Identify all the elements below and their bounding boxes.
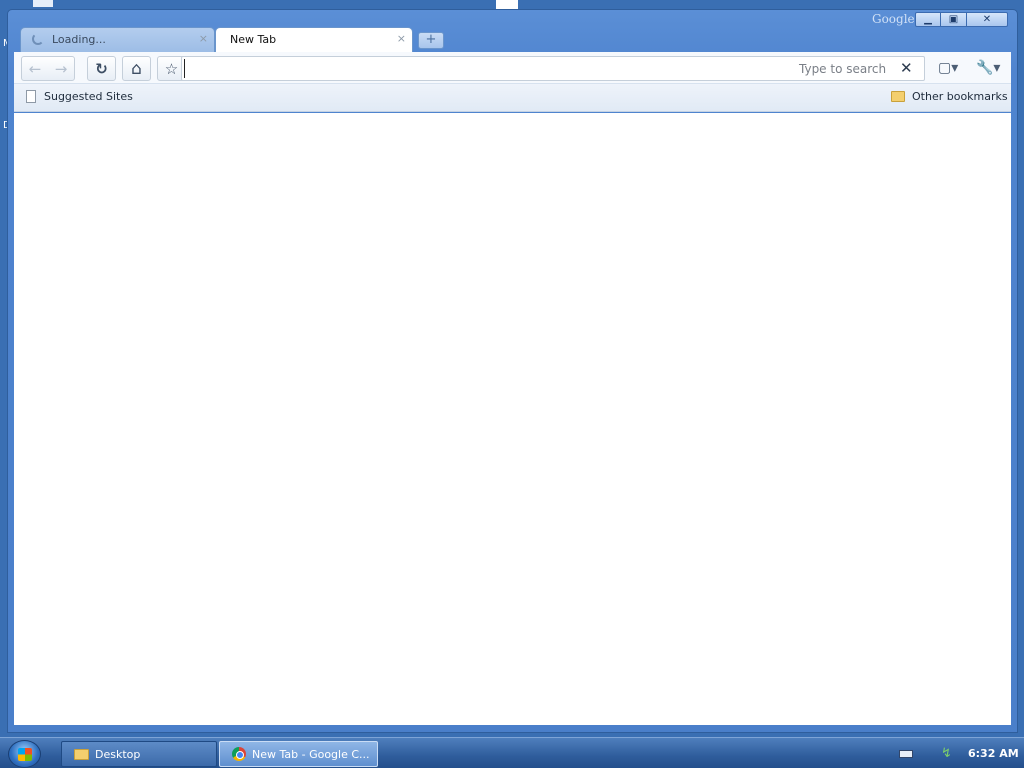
start-button[interactable] [8,740,41,768]
taskbar-item-desktop[interactable]: Desktop [61,741,217,767]
taskbar-item-label: New Tab - Google C... [252,747,370,761]
desktop-icon-fragment[interactable] [496,0,518,9]
tab-title: Loading... [52,33,106,46]
bookmark-label: Other bookmarks [912,90,1008,103]
chrome-icon [232,747,246,761]
keyboard-icon[interactable] [899,750,913,758]
clear-icon[interactable]: ✕ [900,59,913,77]
navigation-toolbar: ← → ↻ ⌂ ☆ Type to search ✕ ▢▾ 🔧▾ [14,52,1011,84]
reload-button[interactable]: ↻ [87,56,116,81]
forward-arrow-icon[interactable]: → [48,60,74,78]
omnibox[interactable]: Type to search ✕ [181,56,925,81]
tab-close-button[interactable]: × [199,32,208,45]
taskbar-item-chrome[interactable]: New Tab - Google C... [219,741,378,767]
minimize-button[interactable]: ▁ [915,12,941,27]
maximize-icon: ▣ [948,14,959,25]
browser-brand: Google [872,12,915,26]
maximize-button[interactable]: ▣ [941,12,967,27]
bookmarks-bar: Suggested Sites Other bookmarks [14,84,1011,112]
close-window-button[interactable]: ✕ [967,12,1008,27]
wrench-menu-icon[interactable]: 🔧▾ [976,60,1000,76]
loading-spinner-icon [32,33,44,45]
tab-new-tab[interactable]: New Tab × [215,27,413,52]
clock[interactable]: 6:32 AM [968,747,1019,760]
taskbar-item-label: Desktop [95,747,141,761]
window-controls: ▁ ▣ ✕ [915,12,1008,27]
minimize-icon: ▁ [924,14,932,25]
address-input[interactable] [184,59,784,78]
home-icon: ⌂ [131,58,142,79]
page-icon [26,90,36,103]
windows-logo-icon [18,748,32,761]
reload-icon: ↻ [95,59,108,78]
page-content[interactable] [14,113,1011,725]
search-hint: Type to search [799,62,887,76]
network-icon[interactable]: ↯ [941,746,952,761]
new-tab-button[interactable]: + [418,32,444,49]
tab-title: New Tab [230,33,277,46]
back-forward-group: ← → [21,56,75,81]
folder-icon [891,91,905,102]
page-menu-icon[interactable]: ▢▾ [938,60,958,76]
bookmark-other-bookmarks[interactable]: Other bookmarks [891,90,1008,103]
back-arrow-icon[interactable]: ← [22,60,48,78]
taskbar: Desktop New Tab - Google C... ↯ 6:32 AM [0,737,1024,768]
tab-close-button[interactable]: × [397,32,406,45]
desktop-icon-fragment[interactable] [33,0,53,7]
browser-window: Google ▁ ▣ ✕ Loading... × New Tab × + ← … [7,9,1018,733]
bookmark-suggested-sites[interactable]: Suggested Sites [26,90,133,103]
close-icon: ✕ [982,14,992,25]
bookmark-label: Suggested Sites [44,90,133,103]
folder-icon [74,748,89,760]
home-button[interactable]: ⌂ [122,56,151,81]
tab-loading[interactable]: Loading... × [20,27,215,52]
